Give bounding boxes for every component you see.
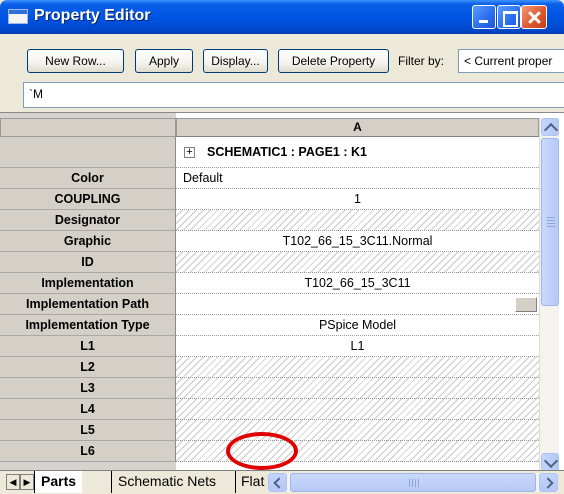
row-header[interactable]: Designator: [0, 210, 176, 231]
table-row: Implementation Type PSpice Model: [0, 315, 539, 336]
property-value-cell[interactable]: [176, 252, 539, 273]
property-value: Default: [183, 171, 223, 185]
vertical-scrollbar[interactable]: [539, 118, 559, 470]
group-cell[interactable]: + SCHEMATIC1 : PAGE1 : K1: [176, 137, 539, 168]
row-header[interactable]: L6: [0, 441, 176, 462]
table-row: L3: [0, 378, 539, 399]
row-header[interactable]: Implementation: [0, 273, 176, 294]
table-row: L4: [0, 399, 539, 420]
tab-schematic-nets[interactable]: Schematic Nets: [111, 471, 222, 493]
property-grid: A + SCHEMATIC1 : PAGE1 : K1 Color Default CO…: [0, 112, 564, 470]
browse-path-button[interactable]: [515, 297, 537, 312]
new-row-button[interactable]: New Row...: [27, 49, 124, 73]
table-row: L1 L1: [0, 336, 539, 357]
property-value-cell[interactable]: L1: [176, 336, 539, 357]
tab-next-button[interactable]: ▶: [20, 474, 34, 490]
row-header[interactable]: Implementation Path: [0, 294, 176, 315]
property-value: T102_66_15_3C11: [304, 276, 411, 290]
apply-button[interactable]: Apply: [135, 49, 193, 73]
property-value-cell[interactable]: [176, 378, 539, 399]
property-value-cell[interactable]: T102_66_15_3C11.Normal: [176, 231, 539, 252]
scroll-right-button[interactable]: [539, 473, 558, 492]
property-value-cell[interactable]: PSpice Model: [176, 315, 539, 336]
cell-edit-input[interactable]: `M: [23, 82, 564, 108]
window-icon: [8, 9, 28, 24]
table-row: Color Default: [0, 168, 539, 189]
scroll-down-button[interactable]: [541, 453, 559, 470]
table-row: Implementation T102_66_15_3C11: [0, 273, 539, 294]
delete-property-button[interactable]: Delete Property: [278, 49, 389, 73]
row-header[interactable]: L2: [0, 357, 176, 378]
group-row-header[interactable]: [0, 137, 176, 168]
toolbar: New Row... Apply Display... Delete Prope…: [0, 34, 564, 82]
property-value-cell[interactable]: [176, 210, 539, 231]
property-value-cell[interactable]: [176, 399, 539, 420]
horizontal-scrollbar[interactable]: [268, 473, 558, 492]
expand-icon[interactable]: +: [184, 147, 195, 159]
property-value: 1: [354, 192, 361, 206]
filter-select[interactable]: < Current proper: [458, 49, 564, 73]
group-label: SCHEMATIC1 : PAGE1 : K1: [207, 145, 367, 159]
table-row: Implementation Path: [0, 294, 539, 315]
row-header[interactable]: L3: [0, 378, 176, 399]
property-value-cell[interactable]: [176, 357, 539, 378]
table-row: Graphic T102_66_15_3C11.Normal: [0, 231, 539, 252]
table-row: L2: [0, 357, 539, 378]
row-header[interactable]: Color: [0, 168, 176, 189]
window-title: Property Editor: [34, 7, 151, 24]
property-value-cell[interactable]: 1: [176, 189, 539, 210]
tab-parts[interactable]: Parts: [34, 471, 83, 493]
table-row: ID: [0, 252, 539, 273]
scroll-left-button[interactable]: [268, 473, 287, 492]
row-header[interactable]: L4: [0, 399, 176, 420]
property-value-cell[interactable]: Default: [176, 168, 539, 189]
row-header[interactable]: L1: [0, 336, 176, 357]
close-button[interactable]: [521, 5, 547, 29]
group-row: + SCHEMATIC1 : PAGE1 : K1: [0, 137, 539, 168]
tab-prev-button[interactable]: ◀: [6, 474, 20, 490]
minimize-button[interactable]: [472, 5, 496, 29]
property-value-cell[interactable]: [176, 420, 539, 441]
property-value-cell[interactable]: T102_66_15_3C11: [176, 273, 539, 294]
table-row: COUPLING 1: [0, 189, 539, 210]
tab-flat[interactable]: Flat: [235, 471, 267, 493]
table-row: Designator: [0, 210, 539, 231]
property-value: PSpice Model: [318, 318, 397, 332]
property-value: T102_66_15_3C11.Normal: [282, 234, 433, 248]
horizontal-scroll-thumb[interactable]: [290, 473, 536, 492]
maximize-button[interactable]: [497, 5, 521, 29]
property-value: L1: [350, 339, 365, 353]
grid-corner[interactable]: [0, 118, 176, 137]
row-header[interactable]: COUPLING: [0, 189, 176, 210]
row-header[interactable]: Implementation Type: [0, 315, 176, 336]
property-value-cell[interactable]: [176, 294, 539, 315]
filter-label: Filter by:: [398, 54, 445, 68]
vertical-scroll-thumb[interactable]: [541, 138, 559, 306]
row-header[interactable]: Graphic: [0, 231, 176, 252]
title-bar: Property Editor: [0, 0, 564, 34]
row-header[interactable]: L5: [0, 420, 176, 441]
display-button[interactable]: Display...: [203, 49, 268, 73]
column-header-a[interactable]: A: [176, 118, 539, 137]
sheet-tab-bar: ◀ ▶ Parts Schematic Nets Flat: [0, 470, 564, 494]
red-circle-annotation: [226, 432, 298, 470]
row-header[interactable]: ID: [0, 252, 176, 273]
scroll-up-button[interactable]: [541, 118, 559, 136]
